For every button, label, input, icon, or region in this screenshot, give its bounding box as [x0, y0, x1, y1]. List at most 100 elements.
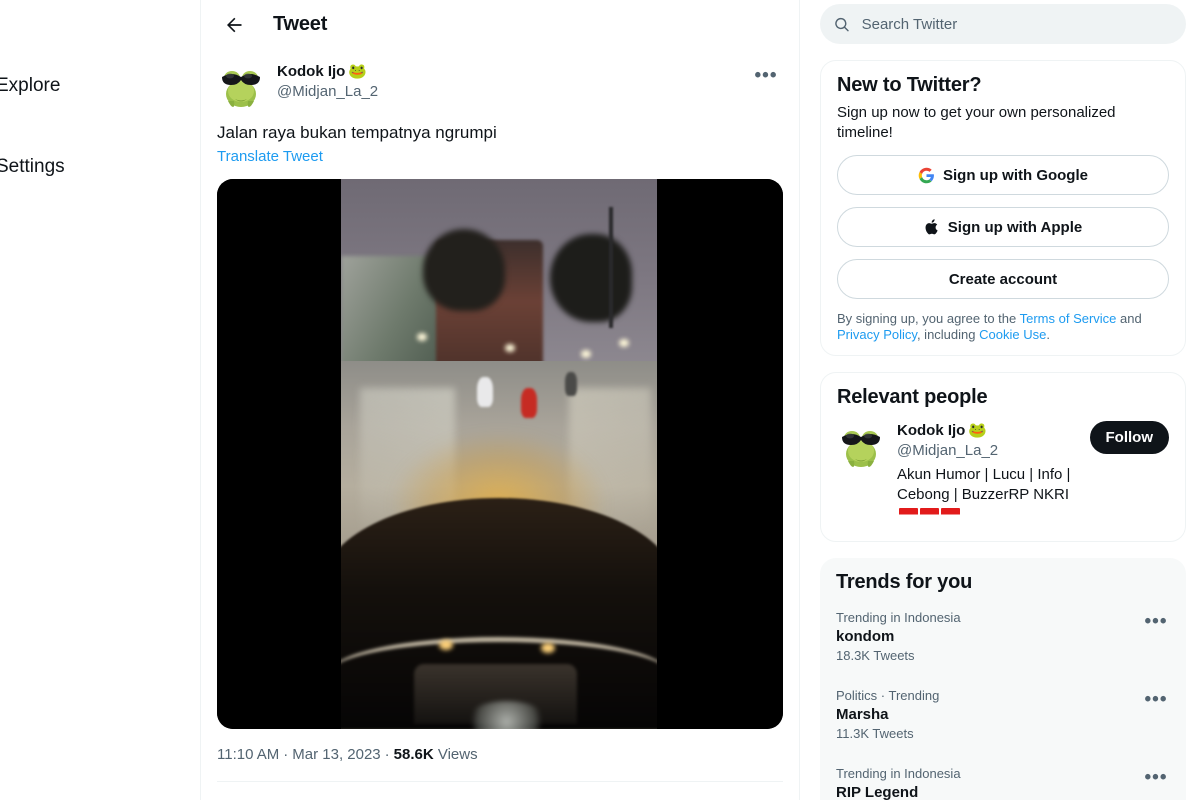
sign-up-with-google-label: Sign up with Google [943, 166, 1088, 184]
sidebar-item-settings[interactable]: Settings [0, 143, 200, 191]
trend-content: Trending in Indonesia RIP Legend 2,650 T… [836, 766, 1142, 800]
signup-card-title: New to Twitter? [837, 74, 982, 96]
trend-more-button[interactable]: ••• [1142, 608, 1170, 636]
tweet-time: 11:10 AM [217, 746, 280, 763]
signup-card-subtitle: Sign up now to get your own personalized… [837, 104, 1116, 141]
create-account-label: Create account [948, 270, 1058, 288]
trend-name: RIP Legend [836, 784, 919, 800]
relevant-people-card: Relevant people Kodok Ijo 🐸 @Midjan_La_2… [820, 372, 1186, 542]
author-names: Kodok Ijo 🐸 @Midjan_La_2 [277, 61, 749, 102]
avatar[interactable] [837, 421, 885, 469]
apple-icon [925, 219, 938, 235]
search-bar[interactable] [820, 4, 1186, 44]
indonesia-flag-icon [941, 508, 960, 521]
back-button[interactable] [217, 8, 251, 42]
signup-card: New to Twitter? Sign up now to get your … [820, 60, 1186, 356]
rider-ahead [476, 377, 493, 407]
trend-more-button[interactable]: ••• [1142, 764, 1170, 792]
frog-emoji-icon: 🐸 [348, 63, 368, 80]
relevant-person-name-text: Kodok Ijo [897, 422, 966, 439]
meta-separator: · [283, 746, 289, 763]
bio-text: Akun Humor | Lucu | Info | Cebong | Buzz… [897, 466, 1071, 503]
signup-legal-text: By signing up, you agree to the Terms of… [837, 311, 1169, 343]
search-container [820, 0, 1186, 44]
translate-tweet-link[interactable]: Translate Tweet [217, 147, 783, 167]
right-sidebar: New to Twitter? Sign up now to get your … [800, 0, 1198, 800]
trend-name: Marsha [836, 706, 889, 723]
sign-up-with-apple-label: Sign up with Apple [947, 218, 1083, 236]
relevant-person-handle[interactable]: @Midjan_La_2 [897, 441, 1078, 461]
tweet-more-button[interactable]: ••• [749, 59, 783, 93]
more-horizontal-icon: ••• [1144, 611, 1168, 632]
tweet-video-player[interactable] [217, 179, 783, 729]
arrow-left-icon [227, 17, 242, 32]
tweet-engagement-stats: 434 Retweets 48 Quote Tweets 774 Likes [217, 782, 783, 800]
sign-up-with-apple-button[interactable]: Sign up with Apple [837, 207, 1169, 247]
tweet-main-column: Tweet Kodok Ijo 🐸 @Midjan_La_2 ••• Jalan… [200, 0, 800, 800]
cookie-use-link[interactable]: Cookie Use [979, 327, 1046, 342]
legal-including: , including [916, 327, 980, 342]
meta-separator: · [384, 746, 390, 763]
rider-ahead [521, 388, 538, 418]
sidebar-item-label: Settings [0, 156, 65, 177]
indonesia-flag-icon [899, 508, 918, 521]
tweet-text: Jalan raya bukan tempatnya ngrumpi [217, 123, 497, 142]
utility-pole [608, 206, 613, 328]
tweet-author-row: Kodok Ijo 🐸 @Midjan_La_2 ••• [217, 49, 783, 109]
frog-sunglasses-avatar [222, 71, 260, 107]
trends-card: Trends for you Trending in Indonesia kon… [820, 558, 1186, 800]
trend-item[interactable]: Trending in Indonesia RIP Legend 2,650 T… [820, 754, 1186, 800]
relevant-people-title: Relevant people [837, 386, 988, 408]
trend-category: Politics · Trending [836, 688, 940, 703]
terms-of-service-link[interactable]: Terms of Service [1020, 311, 1117, 326]
tweet-meta: 11:10 AM · Mar 13, 2023 · 58.6K Views [217, 729, 783, 782]
more-horizontal-icon: ••• [754, 65, 778, 86]
google-icon [918, 167, 934, 183]
sidebar-item-label: Explore [0, 75, 61, 96]
page-title: Tweet [273, 13, 328, 35]
frog-sunglasses-avatar [842, 431, 880, 467]
relevant-person-bio: Akun Humor | Lucu | Info | Cebong | Buzz… [897, 465, 1078, 525]
letterbox-left [217, 179, 341, 729]
legal-suffix: . [1046, 327, 1050, 342]
trend-item[interactable]: Trending in Indonesia kondom 18.3K Tweet… [820, 598, 1186, 676]
relevant-person-info: Kodok Ijo 🐸 @Midjan_La_2 Akun Humor | Lu… [897, 421, 1078, 525]
avatar[interactable] [217, 61, 265, 109]
trend-category: Trending in Indonesia [836, 766, 961, 781]
tree-right [549, 234, 632, 322]
sign-up-with-google-button[interactable]: Sign up with Google [837, 155, 1169, 195]
create-account-button[interactable]: Create account [837, 259, 1169, 299]
left-sidebar-nav: Explore Settings [0, 0, 200, 800]
trend-more-button[interactable]: ••• [1142, 686, 1170, 714]
relevant-person-name[interactable]: Kodok Ijo 🐸 [897, 421, 1078, 441]
twitter-tweet-page: Explore Settings Tweet Kodok Ijo 🐸 @Midj… [0, 0, 1200, 800]
privacy-policy-link[interactable]: Privacy Policy [837, 327, 917, 342]
frog-emoji-icon: 🐸 [968, 422, 988, 439]
tweet-date: Mar 13, 2023 [292, 746, 381, 763]
follow-button[interactable]: Follow [1089, 421, 1169, 454]
trend-content: Trending in Indonesia kondom 18.3K Tweet… [836, 610, 1142, 664]
author-display-name[interactable]: Kodok Ijo 🐸 [277, 62, 749, 82]
trends-title: Trends for you [836, 571, 973, 593]
search-icon [835, 17, 849, 31]
tweet-detail: Kodok Ijo 🐸 @Midjan_La_2 ••• Jalan raya … [201, 49, 799, 800]
more-horizontal-icon: ••• [1144, 689, 1168, 710]
motorcycle-foreground [341, 498, 657, 729]
video-frame [341, 179, 657, 729]
trend-count: 11.3K Tweets [836, 726, 914, 741]
views-label: Views [437, 746, 478, 763]
tree-left [423, 228, 506, 311]
author-handle[interactable]: @Midjan_La_2 [277, 82, 749, 102]
indonesia-flag-icons [899, 508, 960, 521]
trend-count: 18.3K Tweets [836, 648, 915, 663]
views-count: 58.6K [393, 746, 434, 763]
letterbox-right [657, 179, 783, 729]
street-lamp [619, 338, 630, 347]
trend-name: kondom [836, 628, 895, 645]
trend-item[interactable]: Politics · Trending Marsha 11.3K Tweets … [820, 676, 1186, 754]
relevant-person-row: Kodok Ijo 🐸 @Midjan_La_2 Akun Humor | Lu… [837, 409, 1169, 529]
author-name-text: Kodok Ijo [277, 63, 346, 80]
legal-and: and [1116, 311, 1142, 326]
search-input[interactable] [861, 15, 1172, 33]
sidebar-item-explore[interactable]: Explore [0, 62, 200, 110]
